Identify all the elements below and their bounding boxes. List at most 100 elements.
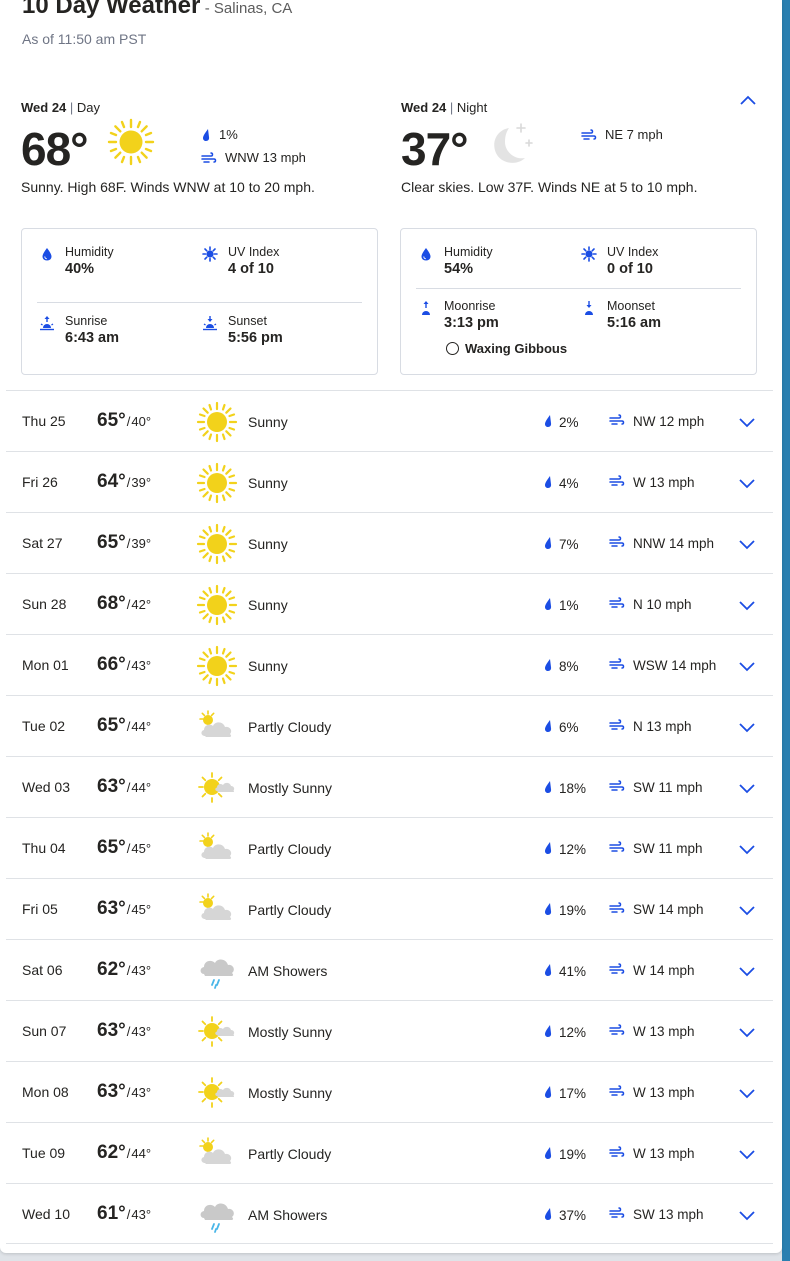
forecast-wind: W 13 mph	[609, 475, 695, 490]
expand-chevron-icon[interactable]	[739, 476, 755, 494]
day-details-box: Humidity 40% UV Index 4 of 10 Sunrise 6:43 …	[21, 228, 378, 375]
as-of-timestamp: As of 11:50 am PST	[22, 31, 147, 47]
humidity-icon	[42, 248, 52, 261]
low-temp: 45°	[131, 841, 152, 856]
forecast-condition: Partly Cloudy	[248, 1146, 332, 1162]
forecast-row[interactable]: Sun 28 68°/42° Sunny 1% N 10 mph	[6, 573, 773, 634]
window-edge	[782, 0, 790, 1261]
low-temp: 42°	[131, 597, 152, 612]
location-label: - Salinas, CA	[204, 0, 293, 17]
low-temp: 44°	[131, 719, 152, 734]
forecast-row[interactable]: Tue 09 62°/44° Partly Cloudy 19% W 13 mph	[6, 1122, 773, 1183]
forecast-row[interactable]: Thu 25 65°/40° Sunny 2% NW 12 mph	[6, 390, 773, 451]
page-header: 10 Day Weather - Salinas, CA	[22, 0, 292, 20]
humidity-icon	[421, 248, 431, 261]
expand-chevron-icon[interactable]	[739, 842, 755, 860]
expand-chevron-icon[interactable]	[739, 720, 755, 738]
moon-icon	[483, 120, 535, 173]
raindrop-icon	[543, 780, 553, 797]
expand-chevron-icon[interactable]	[739, 1086, 755, 1104]
expand-chevron-icon[interactable]	[739, 903, 755, 921]
forecast-precip: 19%	[543, 1146, 586, 1163]
showers-icon	[196, 1194, 238, 1236]
wind-icon	[609, 963, 625, 978]
low-temp: 39°	[131, 475, 152, 490]
high-temp: 63°	[97, 898, 126, 919]
forecast-row[interactable]: Sat 06 62°/43° AM Showers 41% W 14 mph	[6, 939, 773, 1000]
forecast-condition: Mostly Sunny	[248, 1024, 333, 1040]
forecast-precip: 8%	[543, 658, 579, 675]
forecast-row[interactable]: Fri 26 64°/39° Sunny 4% W 13 mph	[6, 451, 773, 512]
forecast-wind: SW 11 mph	[609, 841, 703, 856]
wind-icon	[609, 902, 625, 917]
low-temp: 44°	[131, 1146, 152, 1161]
expand-chevron-icon[interactable]	[739, 964, 755, 982]
expand-chevron-icon[interactable]	[739, 659, 755, 677]
forecast-date: Mon 01	[22, 657, 69, 673]
forecast-row[interactable]: Sun 07 63°/43° Mostly Sunny 12% W 13 mph	[6, 1000, 773, 1061]
high-temp: 66°	[97, 654, 126, 675]
raindrop-icon	[543, 902, 553, 919]
forecast-row[interactable]: Mon 01 66°/43° Sunny 8% WSW 14 mph	[6, 634, 773, 695]
forecast-temps: 65°/39°	[97, 532, 152, 553]
forecast-row[interactable]: Tue 02 65°/44° Partly Cloudy 6% N 13 mph	[6, 695, 773, 756]
uv-icon	[202, 246, 218, 262]
high-temp: 63°	[97, 1020, 126, 1041]
forecast-row[interactable]: Fri 05 63°/45° Partly Cloudy 19% SW 14 mph	[6, 878, 773, 939]
forecast-condition: Sunny	[248, 658, 288, 674]
day-uv-index: UV Index 4 of 10	[202, 245, 279, 277]
details-divider	[416, 288, 741, 289]
high-temp: 64°	[97, 471, 126, 492]
raindrop-icon	[543, 1146, 553, 1163]
expand-chevron-icon[interactable]	[739, 537, 755, 555]
forecast-temps: 62°/43°	[97, 959, 152, 980]
night-wind: NE 7 mph	[581, 127, 663, 142]
forecast-condition: Sunny	[248, 536, 288, 552]
forecast-precip: 19%	[543, 902, 586, 919]
day-part-label: Wed 24 | Day	[21, 100, 101, 115]
partly-cloudy-icon	[196, 889, 238, 931]
wind-icon	[609, 597, 625, 612]
forecast-date: Thu 25	[22, 413, 66, 429]
raindrop-icon	[543, 536, 553, 553]
moonrise-icon	[422, 301, 430, 315]
forecast-row[interactable]: Wed 10 61°/43° AM Showers 37% SW 13 mph	[6, 1183, 773, 1244]
forecast-date: Sat 27	[22, 535, 63, 551]
forecast-temps: 62°/44°	[97, 1142, 152, 1163]
forecast-date: Tue 02	[22, 718, 66, 734]
forecast-wind: W 13 mph	[609, 1024, 695, 1039]
forecast-row[interactable]: Sat 27 65°/39° Sunny 7% NNW 14 mph	[6, 512, 773, 573]
forecast-temps: 65°/40°	[97, 410, 152, 431]
forecast-row[interactable]: Mon 08 63°/43° Mostly Sunny 17% W 13 mph	[6, 1061, 773, 1122]
forecast-row[interactable]: Thu 04 65°/45° Partly Cloudy 12% SW 11 mph	[6, 817, 773, 878]
expand-chevron-icon[interactable]	[739, 1208, 755, 1226]
wind-icon	[609, 1207, 625, 1222]
wind-icon	[609, 414, 625, 429]
expand-chevron-icon[interactable]	[739, 415, 755, 433]
mostly-sunny-icon	[196, 1072, 238, 1114]
page-title: 10 Day Weather	[22, 0, 201, 19]
forecast-condition: Partly Cloudy	[248, 719, 332, 735]
day-humidity: Humidity 40%	[39, 245, 114, 277]
sunset-icon	[203, 316, 217, 331]
expand-chevron-icon[interactable]	[739, 598, 755, 616]
expand-chevron-icon[interactable]	[739, 1025, 755, 1043]
low-temp: 40°	[131, 414, 152, 429]
expand-chevron-icon[interactable]	[739, 1147, 755, 1165]
sunny-icon	[196, 645, 238, 687]
moon-phase-icon	[446, 342, 459, 355]
forecast-temps: 64°/39°	[97, 471, 152, 492]
high-temp: 61°	[97, 1203, 126, 1224]
today-night-panel: Wed 24 | Night 37° NE 7 mph Clear skies.…	[401, 100, 759, 195]
forecast-condition: Sunny	[248, 475, 288, 491]
moon-phase: Waxing Gibbous	[446, 341, 567, 356]
forecast-condition: Partly Cloudy	[248, 841, 332, 857]
forecast-wind: SW 13 mph	[609, 1207, 704, 1222]
forecast-date: Wed 10	[22, 1206, 70, 1222]
low-temp: 39°	[131, 536, 152, 551]
raindrop-icon	[203, 128, 210, 141]
high-temp: 68°	[97, 593, 126, 614]
forecast-row[interactable]: Wed 03 63°/44° Mostly Sunny 18% SW 11 mph	[6, 756, 773, 817]
expand-chevron-icon[interactable]	[739, 781, 755, 799]
forecast-wind: NW 12 mph	[609, 414, 704, 429]
